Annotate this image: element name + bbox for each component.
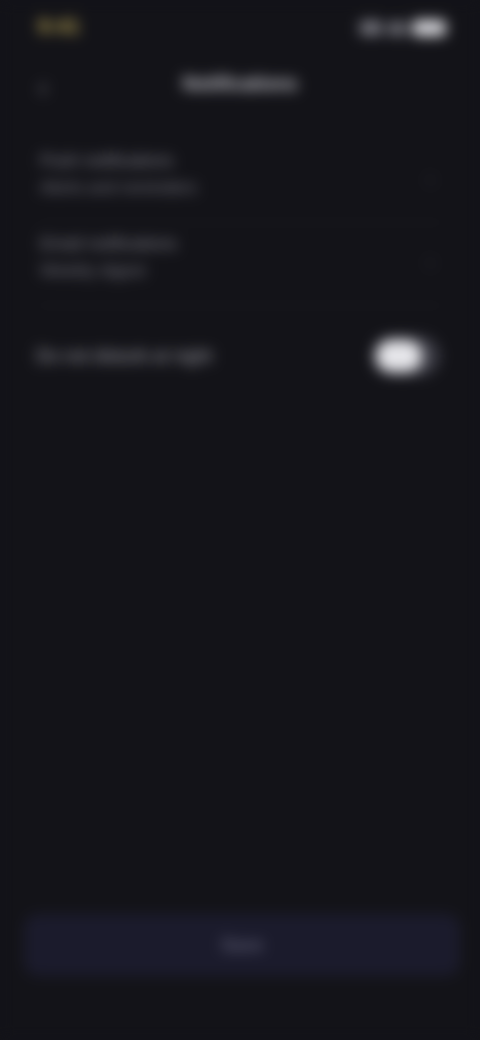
setting-title: Email notifications: [40, 234, 178, 253]
page-title: Notifications: [182, 74, 298, 95]
setting-subtitle: Weekly digest: [40, 261, 146, 280]
setting-row-push[interactable]: Push notifications Alerts and reminders …: [36, 140, 444, 223]
save-button[interactable]: Save: [24, 914, 460, 976]
setting-subtitle: Alerts and reminders: [40, 178, 197, 197]
signal-icon: [360, 21, 382, 35]
app-screen: 9:41 ‹ Notifications Push notifications …: [0, 0, 480, 1040]
toggle-knob: [376, 340, 422, 372]
setting-row-email[interactable]: Email notifications Weekly digest ›: [36, 223, 444, 306]
setting-text: Push notifications Alerts and reminders: [40, 148, 310, 202]
toggle-label: Do not disturb at night: [36, 346, 213, 366]
setting-text: Email notifications Weekly digest: [40, 231, 310, 285]
status-time: 9:41: [38, 16, 81, 38]
setting-title: Push notifications: [40, 151, 174, 170]
wifi-icon: [388, 21, 406, 35]
battery-icon: [412, 20, 446, 36]
toggle-row: Do not disturb at night: [36, 324, 444, 394]
save-button-label: Save: [220, 934, 264, 955]
chevron-right-icon: ›: [426, 166, 434, 191]
status-icons: [360, 20, 446, 36]
status-bar: 9:41: [0, 0, 480, 62]
header: ‹ Notifications: [0, 62, 480, 110]
chevron-right-icon: ›: [426, 249, 434, 274]
night-mode-toggle[interactable]: [372, 336, 440, 376]
settings-list: Push notifications Alerts and reminders …: [36, 140, 444, 394]
